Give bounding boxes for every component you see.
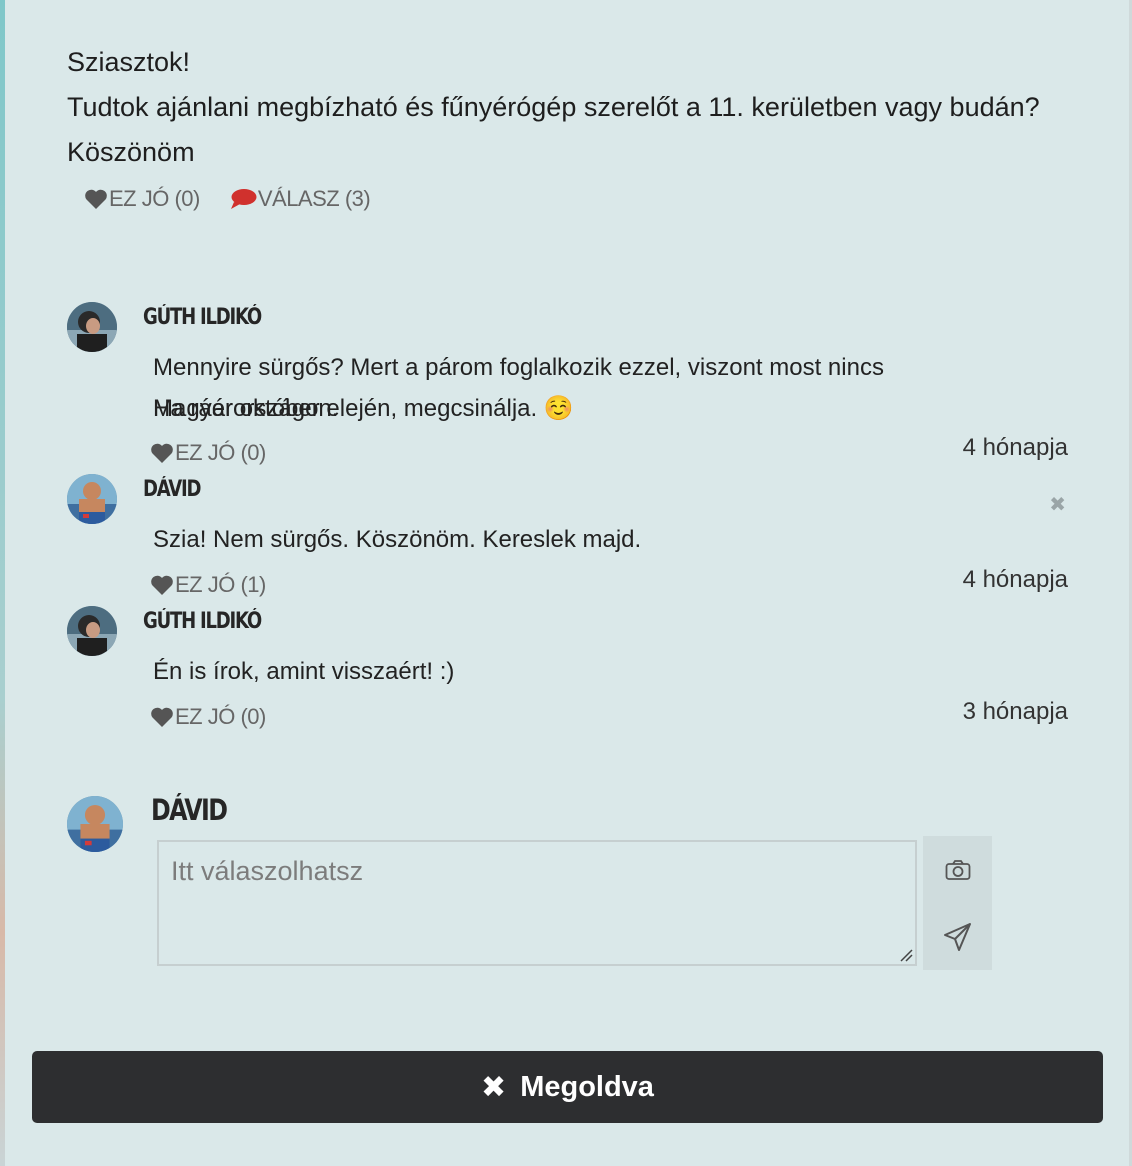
- avatar[interactable]: [67, 302, 117, 352]
- comment-text-line: Szia! Nem sürgős. Köszönöm. Kereslek maj…: [153, 526, 642, 553]
- post-line-greeting: Sziasztok!: [67, 47, 191, 77]
- comment-like-button[interactable]: EZ JÓ (0): [150, 704, 266, 730]
- comment-item: GÚTH ILDIKÓ Mennyire sürgős? Mert a páro…: [0, 300, 1132, 465]
- delete-comment-button[interactable]: ✖: [1049, 492, 1066, 517]
- avatar[interactable]: [67, 474, 117, 524]
- reply-tools: [923, 836, 992, 970]
- reply-author: DÁVID: [151, 793, 228, 827]
- comment-time: 4 hónapja: [962, 434, 1068, 461]
- comment-time: 4 hónapja: [962, 566, 1068, 593]
- post-like-label: EZ JÓ (0): [109, 186, 200, 211]
- heart-icon: [85, 189, 107, 209]
- comment-like-button[interactable]: EZ JÓ (1): [150, 572, 266, 598]
- comment-like-label: EZ JÓ (0): [175, 440, 266, 465]
- send-button[interactable]: [923, 903, 992, 970]
- heart-icon: [151, 707, 173, 727]
- camera-button[interactable]: [923, 836, 992, 903]
- comment-item: DÁVID ✖ Szia! Nem sürgős. Köszönöm. Kere…: [0, 472, 1132, 604]
- comment-time: 3 hónapja: [962, 698, 1068, 725]
- speech-bubble-icon: [230, 189, 257, 209]
- heart-icon: [151, 575, 173, 595]
- comment-item: GÚTH ILDIKÓ Én is írok, amint visszaért!…: [0, 604, 1132, 736]
- heart-icon: [151, 443, 173, 463]
- comment-author[interactable]: GÚTH ILDIKÓ: [143, 609, 262, 634]
- post-reply-button[interactable]: VÁLASZ (3): [230, 186, 371, 212]
- comment-text-line: Ha ráér október elején, megcsinálja. ☺️: [153, 395, 574, 422]
- post-reply-label: VÁLASZ (3): [257, 186, 371, 211]
- comment-like-label: EZ JÓ (0): [175, 704, 266, 729]
- avatar[interactable]: [67, 606, 117, 656]
- post-line-thanks: Köszönöm: [67, 137, 195, 167]
- resize-handle-icon[interactable]: [897, 946, 913, 962]
- solved-button[interactable]: ✖ Megoldva: [32, 1051, 1103, 1123]
- reply-input[interactable]: [159, 842, 915, 964]
- comment-author[interactable]: DÁVID: [143, 477, 201, 502]
- solved-button-label: Megoldva: [520, 1070, 654, 1103]
- post-body: Sziasztok! Tudtok ajánlani megbízható és…: [67, 40, 1067, 175]
- send-icon: [943, 922, 971, 951]
- comment-like-button[interactable]: EZ JÓ (0): [150, 440, 266, 466]
- post-like-button[interactable]: EZ JÓ (0): [84, 186, 200, 212]
- comment-text-line: Én is írok, amint visszaért! :): [153, 658, 455, 685]
- comment-author[interactable]: GÚTH ILDIKÓ: [143, 305, 262, 330]
- close-icon: ✖: [481, 1070, 507, 1104]
- post-actions: EZ JÓ (0) VÁLASZ (3): [84, 186, 371, 212]
- post-line-question: Tudtok ajánlani megbízható és fűnyérógép…: [67, 92, 1040, 122]
- reply-input-wrapper: [157, 840, 917, 966]
- reply-avatar: [67, 796, 123, 852]
- camera-icon: [945, 859, 970, 880]
- comment-like-label: EZ JÓ (1): [175, 572, 266, 597]
